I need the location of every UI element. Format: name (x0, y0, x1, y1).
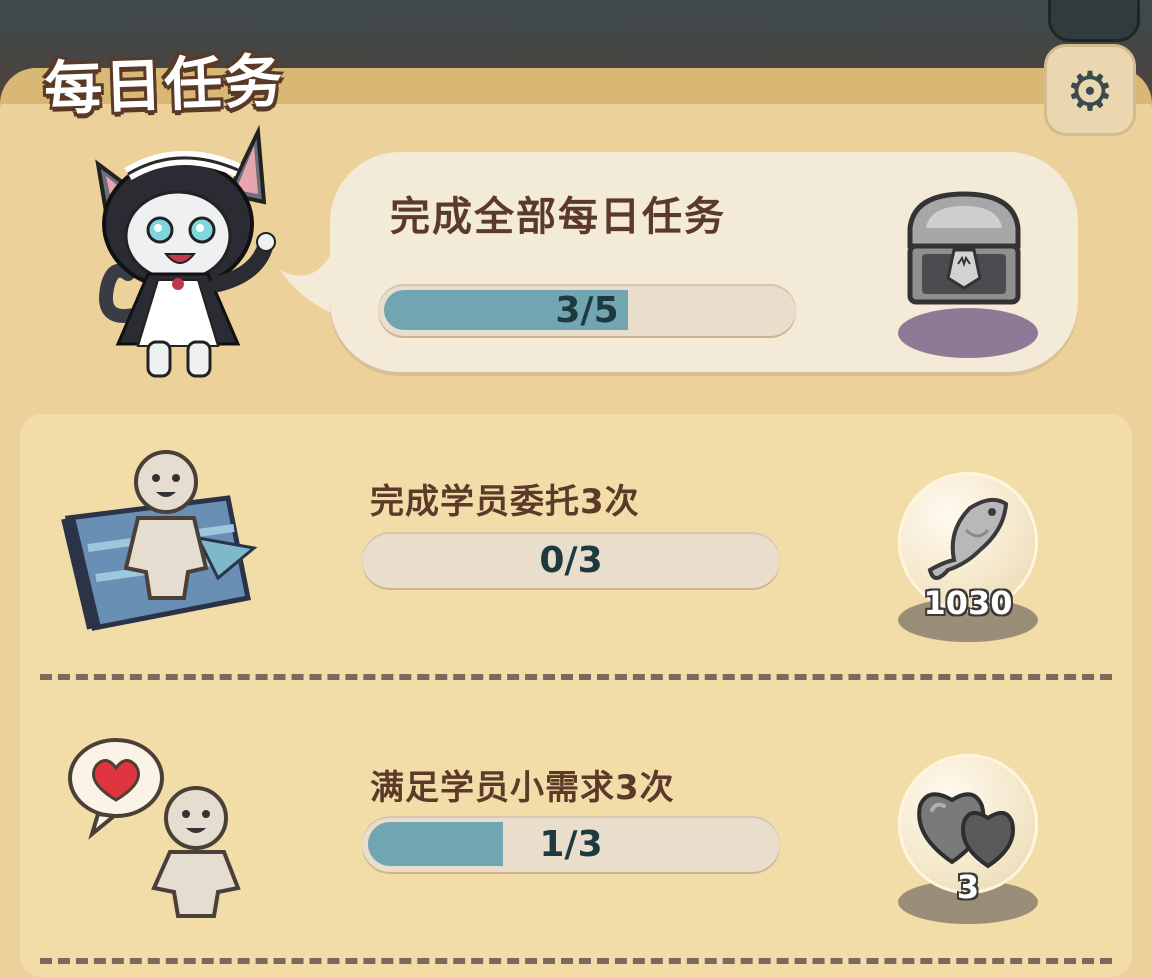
hearts-icon (917, 792, 1015, 869)
summary-progress-bar: 3/5 (378, 284, 796, 336)
task-2-progress-text: 1/3 (539, 823, 603, 865)
task-1-progress-bar: 0/3 (362, 532, 780, 588)
summary-progress-text: 3/5 (555, 289, 619, 331)
commission-scroll-icon (61, 450, 258, 631)
chest-shadow (898, 308, 1038, 358)
fish-icon (927, 497, 1009, 580)
task-2-title: 满足学员小需求3次 (370, 768, 675, 808)
task-divider-2 (40, 958, 1112, 964)
gear-icon[interactable]: ⚙ (1060, 62, 1120, 122)
cat-maid-mascot-icon (95, 124, 276, 378)
task-1-title: 完成学员委托3次 (370, 482, 640, 522)
summary-title: 完成全部每日任务 (390, 194, 726, 240)
treasure-chest-icon[interactable] (900, 188, 1028, 314)
task-2-reward-count: 3 (956, 868, 980, 906)
task-divider-1 (40, 674, 1112, 680)
task-1-progress-text: 0/3 (539, 539, 603, 581)
top-right-button[interactable] (1048, 0, 1140, 42)
task-1-reward-count: 1030 (923, 584, 1013, 622)
page-title: 每日任务 (43, 46, 286, 124)
task-2-progress-bar: 1/3 (362, 816, 780, 872)
heart-request-icon (68, 738, 241, 918)
